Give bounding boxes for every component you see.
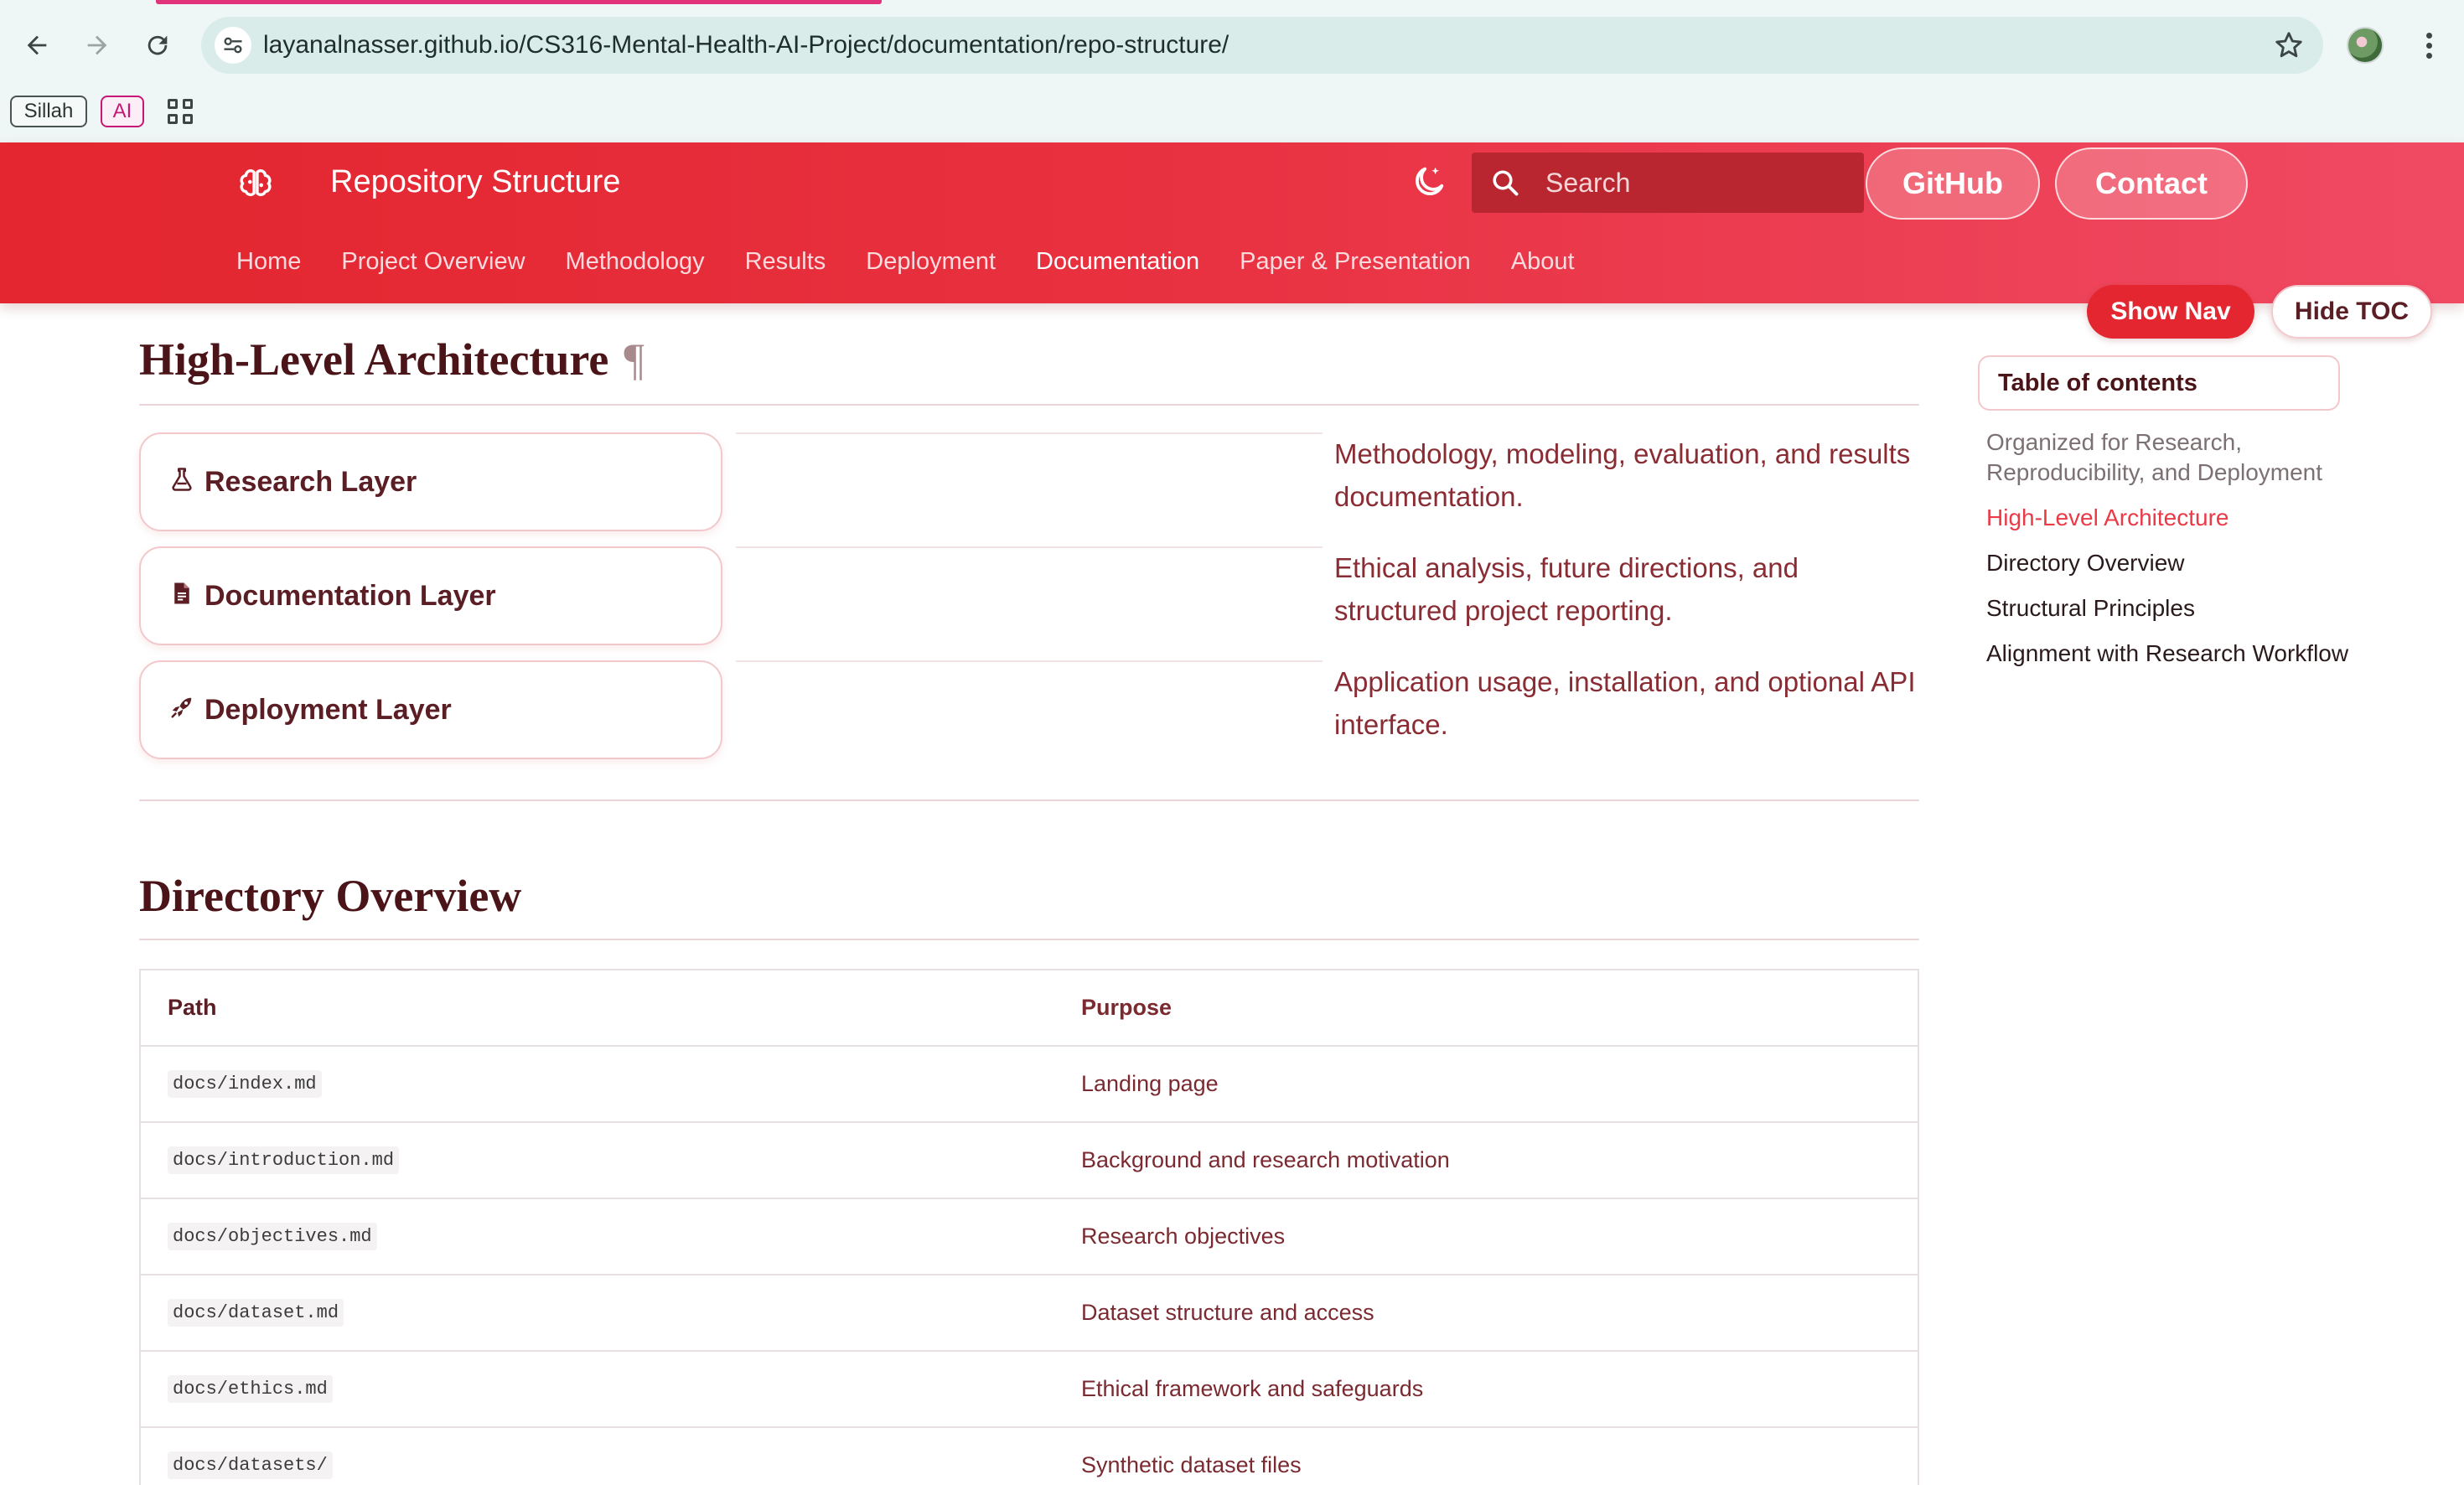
purpose-cell: Dataset structure and access <box>1081 1300 1374 1325</box>
path-cell: docs/ethics.md <box>168 1352 333 1426</box>
profile-avatar[interactable] <box>2347 27 2384 64</box>
toc-item-alignment[interactable]: Alignment with Research Workflow <box>1986 639 2355 669</box>
layer-description: Methodology, modeling, evaluation, and r… <box>1334 438 1911 512</box>
path-code: docs/introduction.md <box>168 1146 400 1174</box>
path-code: docs/index.md <box>168 1070 322 1098</box>
table-row: docs/dataset.md Dataset structure and ac… <box>141 1275 1918 1352</box>
heading-text: High-Level Architecture <box>139 334 609 385</box>
deployment-layer-card[interactable]: Deployment Layer <box>139 660 722 759</box>
toc-title: Table of contents <box>1978 355 2340 411</box>
site-info-icon[interactable] <box>215 27 251 64</box>
search-icon <box>1493 170 1519 196</box>
search-input[interactable] <box>1545 153 1847 213</box>
table-row: docs/datasets/ Synthetic dataset files <box>141 1428 1918 1485</box>
column-header-path: Path <box>168 995 217 1020</box>
purpose-cell: Research objectives <box>1081 1224 1286 1249</box>
row-divider <box>736 432 1323 434</box>
search-box[interactable] <box>1472 153 1864 213</box>
column-header-purpose: Purpose <box>1081 995 1172 1020</box>
site-header: Repository Structure GitHub Contact Home… <box>0 142 2464 303</box>
path-code: docs/objectives.md <box>168 1223 377 1250</box>
path-code: docs/ethics.md <box>168 1375 333 1403</box>
layer-description: Ethical analysis, future directions, and… <box>1334 552 1799 626</box>
apps-grid-icon[interactable] <box>168 99 193 124</box>
tab-results[interactable]: Results <box>745 248 826 285</box>
main-content: High-Level Architecture ¶ Research Layer … <box>139 303 1919 1485</box>
hide-toc-button[interactable]: Hide TOC <box>2271 285 2432 339</box>
toc-item-architecture[interactable]: High-Level Architecture <box>1986 503 2355 533</box>
path-cell: docs/introduction.md <box>168 1123 400 1198</box>
tab-documentation[interactable]: Documentation <box>1036 248 1199 285</box>
bookmark-ai[interactable]: AI <box>101 96 144 127</box>
page-title: Repository Structure <box>330 164 621 199</box>
documentation-layer-card[interactable]: Documentation Layer <box>139 546 722 645</box>
architecture-row-research: Research Layer Methodology, modeling, ev… <box>139 432 1919 546</box>
forward-button[interactable] <box>75 23 119 67</box>
brain-logo-icon[interactable] <box>236 164 275 203</box>
address-bar[interactable]: layanalnasser.github.io/CS316-Mental-Hea… <box>201 17 2323 74</box>
path-code: docs/dataset.md <box>168 1299 344 1327</box>
tab-home[interactable]: Home <box>236 248 301 285</box>
path-cell: docs/index.md <box>168 1047 322 1121</box>
path-code: docs/datasets/ <box>168 1451 333 1479</box>
purpose-cell: Ethical framework and safeguards <box>1081 1376 1424 1401</box>
layer-name: Documentation Layer <box>204 580 496 612</box>
table-row: docs/index.md Landing page <box>141 1047 1918 1123</box>
directory-table: Path Purpose docs/index.md Landing page … <box>139 969 1919 1485</box>
path-cell: docs/objectives.md <box>168 1199 377 1274</box>
show-nav-button[interactable]: Show Nav <box>2087 285 2254 339</box>
section-divider <box>139 404 1919 406</box>
arrow-right-icon <box>87 35 107 55</box>
toc-item-principles[interactable]: Structural Principles <box>1986 593 2355 623</box>
tab-methodology[interactable]: Methodology <box>566 248 705 285</box>
row-divider <box>736 660 1323 662</box>
back-button[interactable] <box>15 23 59 67</box>
contact-button[interactable]: Contact <box>2055 147 2248 220</box>
tab-deployment[interactable]: Deployment <box>866 248 996 285</box>
bookmark-sillah[interactable]: Sillah <box>10 96 87 127</box>
architecture-row-documentation: Documentation Layer Ethical analysis, fu… <box>139 546 1919 660</box>
layer-name: Deployment Layer <box>204 694 452 726</box>
heading-anchor-link[interactable]: ¶ <box>624 334 644 385</box>
github-button[interactable]: GitHub <box>1866 147 2040 220</box>
layer-name: Research Layer <box>204 466 417 498</box>
section-divider <box>139 939 1919 940</box>
reload-button[interactable] <box>136 23 179 67</box>
table-row: docs/objectives.md Research objectives <box>141 1199 1918 1275</box>
toc-item-directory[interactable]: Directory Overview <box>1986 548 2355 578</box>
section-divider <box>139 799 1919 801</box>
tab-paper-presentation[interactable]: Paper & Presentation <box>1240 248 1471 285</box>
rocket-icon <box>171 697 192 718</box>
browser-chrome: layanalnasser.github.io/CS316-Mental-Hea… <box>0 0 2464 142</box>
research-layer-card[interactable]: Research Layer <box>139 432 722 531</box>
purpose-cell: Landing page <box>1081 1071 1219 1096</box>
bookmark-star-icon[interactable] <box>2273 29 2305 61</box>
arrow-left-icon <box>27 35 47 55</box>
path-cell: docs/datasets/ <box>168 1428 333 1485</box>
document-icon <box>174 582 189 604</box>
browser-menu-icon[interactable] <box>2414 25 2444 65</box>
layer-description: Application usage, installation, and opt… <box>1334 666 1916 740</box>
table-header-row: Path Purpose <box>141 970 1918 1047</box>
row-divider <box>736 546 1323 548</box>
tab-project-overview[interactable]: Project Overview <box>341 248 525 285</box>
toc-item-organized[interactable]: Organized for Research, Reproducibility,… <box>1986 427 2355 488</box>
reload-icon <box>148 35 168 55</box>
purpose-cell: Background and research motivation <box>1081 1147 1450 1172</box>
table-row: docs/introduction.md Background and rese… <box>141 1123 1918 1199</box>
tab-about[interactable]: About <box>1511 248 1575 285</box>
section-heading-directory: Directory Overview <box>139 871 522 921</box>
page-load-progress <box>156 0 882 4</box>
path-cell: docs/dataset.md <box>168 1275 344 1350</box>
architecture-row-deployment: Deployment Layer Application usage, inst… <box>139 660 1919 774</box>
section-heading-architecture: High-Level Architecture ¶ <box>139 334 644 385</box>
url-text[interactable]: layanalnasser.github.io/CS316-Mental-Hea… <box>263 31 1229 60</box>
flask-icon <box>172 468 192 491</box>
table-row: docs/ethics.md Ethical framework and saf… <box>141 1352 1918 1428</box>
purpose-cell: Synthetic dataset files <box>1081 1452 1302 1477</box>
theme-toggle-moon-icon[interactable] <box>1410 163 1448 201</box>
main-nav-tabs: Home Project Overview Methodology Result… <box>236 248 1615 285</box>
